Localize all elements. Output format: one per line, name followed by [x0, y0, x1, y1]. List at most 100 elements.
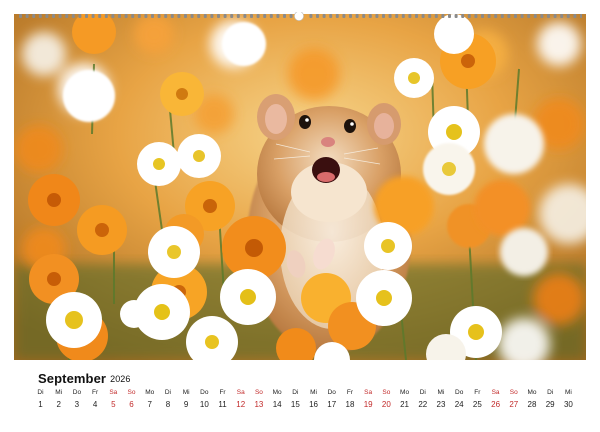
binding-hole	[454, 14, 458, 18]
month-name: September	[38, 371, 107, 386]
binding-hole	[401, 14, 405, 18]
weekday-label: Fr	[474, 389, 481, 396]
binding-hole	[25, 14, 29, 18]
binding-hole	[520, 14, 524, 18]
binding-hole	[395, 14, 399, 18]
binding-hole	[203, 14, 207, 18]
binding-hole	[415, 14, 418, 18]
weekday-label: Do	[455, 389, 464, 396]
date-number: 20	[381, 400, 391, 409]
binding-hole	[256, 14, 260, 18]
binding-hole	[78, 14, 82, 18]
binding-hole	[448, 14, 451, 18]
date-number: 25	[472, 400, 482, 409]
binding-hole	[553, 14, 557, 18]
weekday-label: Di	[292, 389, 299, 396]
weekday-label: Fr	[346, 389, 354, 396]
binding-hole	[342, 14, 346, 18]
date-number: 8	[165, 400, 171, 409]
binding-hole	[507, 14, 511, 18]
binding-hole	[184, 14, 187, 18]
binding-hole	[560, 14, 564, 18]
weekday-label: Sa	[109, 389, 118, 396]
binding-hole	[32, 14, 36, 18]
weekday-label: Fr	[92, 389, 99, 396]
date-number: 13	[254, 400, 264, 409]
binding-hole	[368, 14, 372, 18]
binding-hole	[527, 14, 531, 18]
date-number: 27	[509, 400, 519, 409]
date-number: 12	[236, 400, 246, 409]
weekday-label: Mi	[437, 389, 445, 396]
weekday-label: Di	[419, 389, 426, 396]
binding-hole	[164, 14, 168, 18]
weekday-label: Do	[72, 389, 82, 396]
binding-hole	[250, 14, 253, 18]
binding-hole	[388, 14, 392, 18]
binding-hole	[421, 14, 425, 18]
binding-hole	[533, 14, 537, 18]
binding-hole	[566, 14, 570, 18]
binding-hole	[111, 14, 115, 18]
binding-hole	[170, 14, 174, 18]
weekday-label: So	[127, 389, 136, 396]
binding-hole	[441, 14, 445, 18]
binding-hole	[38, 14, 42, 18]
binding-hole	[45, 14, 49, 18]
weekday-label: Mi	[55, 389, 63, 396]
weekday-label: So	[509, 389, 518, 396]
binding-hole	[467, 14, 471, 18]
date-number: 18	[345, 400, 355, 409]
binding-hole	[65, 14, 69, 18]
binding-hole	[434, 14, 438, 18]
date-number: 7	[147, 400, 152, 409]
date-number: 9	[183, 400, 189, 409]
month-title: September 2026	[38, 371, 131, 386]
binding-hole	[329, 14, 333, 18]
calendar-footer: September 2026 Di Mi Do Fr Sa So Mo Di Mi Do Fr Sa So…	[14, 360, 586, 418]
binding-hole	[309, 14, 313, 18]
binding-hole	[355, 14, 359, 18]
weekday-label: Mo	[272, 389, 282, 396]
binding-hole	[375, 14, 379, 18]
binding-hole	[514, 14, 517, 18]
weekday-label: So	[254, 389, 263, 396]
date-number: 16	[309, 400, 318, 409]
date-number: 29	[545, 400, 555, 409]
date-number: 22	[418, 400, 428, 409]
date-number: 17	[327, 400, 337, 409]
weekday-label: Mi	[310, 389, 317, 396]
calendar-page: September 2026 Di Mi Do Fr Sa So Mo Di Mi Do Fr Sa So…	[0, 0, 600, 432]
weekday-label: Do	[200, 389, 209, 396]
binding-hole	[481, 14, 484, 18]
binding-hole	[487, 14, 491, 18]
binding-hole	[131, 14, 135, 18]
binding-hole	[137, 14, 141, 18]
binding-hole	[85, 14, 88, 18]
weekday-label: Mo	[145, 389, 155, 396]
binding-hole	[52, 14, 55, 18]
binding-hole	[223, 14, 227, 18]
binding-hole	[500, 14, 504, 18]
binding-hole	[289, 14, 293, 18]
date-number: 2	[56, 400, 61, 409]
weekday-row: Di Mi Do Fr Sa So Mo Di Mi Do Fr Sa So Mo Di Mi Do Fr Sa So…	[32, 389, 577, 396]
binding-hole	[58, 14, 62, 18]
binding-hole	[547, 14, 550, 18]
weekday-label: Di	[547, 389, 554, 396]
weekday-label: Sa	[364, 389, 373, 396]
binding-hole	[104, 14, 108, 18]
binding-hole	[316, 14, 319, 18]
weekday-label: Di	[164, 389, 171, 396]
binding-hole	[243, 14, 247, 18]
date-number: 10	[199, 400, 209, 409]
calendar-photo	[14, 14, 586, 360]
weekday-label: Di	[37, 389, 44, 396]
binding-hole	[124, 14, 128, 18]
binding-hole	[263, 14, 267, 18]
weekday-label: Do	[327, 389, 336, 396]
binding-hole	[494, 14, 498, 18]
binding-hole	[71, 14, 75, 18]
binding-hole	[408, 14, 412, 18]
date-number: 19	[363, 400, 373, 409]
